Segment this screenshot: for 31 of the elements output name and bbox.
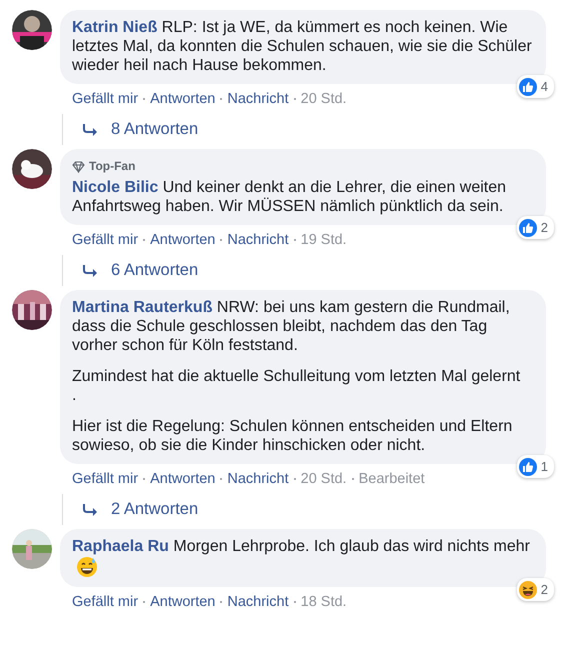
edited-label: Bearbeitet [358, 471, 425, 487]
author-link[interactable]: Nicole Bilic [72, 179, 158, 196]
replies-link[interactable]: 6 Antworten [111, 261, 198, 280]
author-link[interactable]: Martina Rauterkuß [72, 299, 212, 316]
replies-link[interactable]: 8 Antworten [111, 120, 198, 139]
top-fan-label: Top-Fan [89, 158, 136, 175]
comment-text: Martina Rauterkuß NRW: bei uns kam gestern die Rundmail, dass die Schule geschlossen bleibt, nachdem das den Tag vorher schon für Köln feststand. [72, 298, 511, 355]
action-link[interactable]: Gefällt mir [72, 232, 138, 248]
action-link[interactable]: Gefällt mir [72, 91, 138, 107]
comment-text: Katrin Nieß RLP: Ist ja WE, da kümmert es noch keinen. Wie letztes Mal, da konnten die Schulen schauen, wie sie die Schüler wieder heil nach Hause bekommen. [72, 18, 533, 75]
comment-text: Zumindest hat die aktuelle Schulleitung vom letzten Mal gelernt . [72, 367, 522, 405]
reaction-count[interactable]: 2 [516, 578, 554, 601]
reaction-count[interactable]: 4 [516, 75, 554, 98]
action-link[interactable]: Antworten [150, 91, 216, 107]
author-link[interactable]: Raphaela Ru [72, 538, 169, 555]
action-link[interactable]: Gefällt mir [72, 594, 138, 610]
action-link[interactable]: Gefällt mir [72, 471, 138, 487]
reaction-count[interactable]: 1 [516, 455, 554, 478]
action-link[interactable]: Nachricht [227, 91, 289, 107]
comment-text: Raphaela Ru Morgen Lehrprobe. Ich glaub das wird nichts mehr [72, 537, 534, 578]
action-link[interactable]: Antworten [150, 471, 216, 487]
comment-text: Nicole Bilic Und keiner denkt an die Lehrer, die einen weiten Anfahrtsweg haben. Wir MÜSSEN nämlich pünktlich da sein. [72, 178, 508, 216]
author-link[interactable]: Katrin Nieß [72, 19, 158, 36]
action-link[interactable]: Nachricht [227, 471, 289, 487]
replies-link[interactable]: 2 Antworten [111, 500, 198, 519]
comment-text: Hier ist die Regelung: Schulen können entscheiden und Eltern sowieso, ob sie die Kinder hinschicken oder nicht. [72, 417, 514, 455]
action-link[interactable]: Nachricht [227, 594, 289, 610]
action-link[interactable]: Antworten [150, 232, 216, 248]
action-link[interactable]: Antworten [150, 594, 216, 610]
action-link[interactable]: Nachricht [227, 232, 289, 248]
reaction-count[interactable]: 2 [516, 216, 554, 239]
